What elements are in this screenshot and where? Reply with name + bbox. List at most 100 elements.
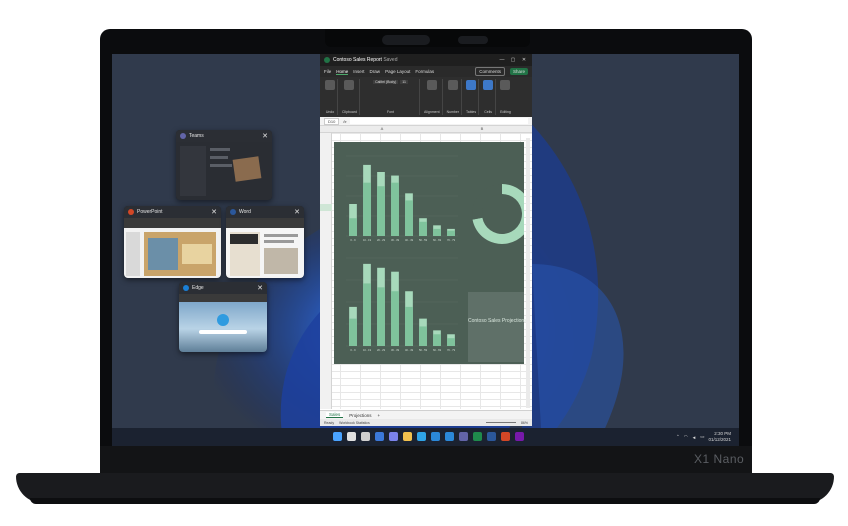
snap-window-header: PowerPoint ✕ xyxy=(124,206,221,218)
snap-window-edge[interactable]: Edge ✕ xyxy=(179,282,267,352)
maximize-button[interactable]: ▢ xyxy=(509,57,517,63)
ribbon-group-undo[interactable]: Undo xyxy=(323,79,338,115)
ribbon-group-cells[interactable]: Cells xyxy=(481,79,497,115)
column-header[interactable]: B xyxy=(432,126,532,132)
fx-icon[interactable]: fx xyxy=(343,119,346,124)
sheet-tab-sales[interactable]: Sales xyxy=(326,412,344,418)
ribbon-group-number[interactable]: Number xyxy=(445,79,463,115)
tab-file[interactable]: File xyxy=(324,69,331,74)
bar xyxy=(433,334,441,346)
tray-overflow-icon[interactable]: ⌃ xyxy=(676,434,680,440)
column-headers: A B xyxy=(320,126,532,133)
edge-icon[interactable] xyxy=(417,432,426,441)
cells-icon xyxy=(483,80,494,90)
formula-bar: D10 fx xyxy=(320,117,532,126)
chart-panel[interactable]: 0 - 9 10 - 19 20 - 29 30 - 39 40 - 49 50 - 59… xyxy=(334,142,532,364)
ribbon: Undo Clipboard Calibri (Body) 11 Font Al… xyxy=(320,77,532,117)
comments-button[interactable]: Comments xyxy=(475,67,505,76)
taskbar-icons xyxy=(333,432,524,441)
ribbon-group-clipboard[interactable]: Clipboard xyxy=(340,79,360,115)
x-tick-label: 70 - 79 xyxy=(447,348,456,352)
ribbon-group-alignment[interactable]: Alignment xyxy=(422,79,443,115)
snap-window-header: Teams ✕ xyxy=(176,130,272,142)
ribbon-group-font[interactable]: Calibri (Body) 11 Font xyxy=(362,79,420,115)
task-view-icon[interactable] xyxy=(361,432,370,441)
zoom-level[interactable]: 86% xyxy=(521,421,528,425)
wifi-icon[interactable]: ◠ xyxy=(684,434,688,440)
teams-icon[interactable] xyxy=(459,432,468,441)
webcam xyxy=(382,35,430,45)
document-title: Contoso Sales Report Saved xyxy=(333,57,398,63)
selected-row-header xyxy=(320,204,332,211)
formula-input[interactable] xyxy=(350,118,528,124)
clock[interactable]: 2:30 PM 01/12/2021 xyxy=(708,431,731,443)
x-tick-label: 30 - 39 xyxy=(391,238,400,242)
battery-icon[interactable]: ▭ xyxy=(700,434,704,440)
word-icon[interactable] xyxy=(487,432,496,441)
x-tick-label: 50 - 59 xyxy=(419,348,428,352)
x-tick-label: 20 - 29 xyxy=(377,238,386,242)
powerpoint-icon xyxy=(128,209,134,215)
font-size-select[interactable]: 11 xyxy=(400,80,408,84)
x-tick-label: 60 - 69 xyxy=(433,238,442,242)
minimize-button[interactable]: — xyxy=(498,57,506,63)
bar xyxy=(405,306,413,346)
snap-window-teams[interactable]: Teams ✕ xyxy=(176,130,272,200)
snap-window-word[interactable]: Word ✕ xyxy=(226,206,304,278)
mail-icon[interactable] xyxy=(445,432,454,441)
teams-preview xyxy=(176,142,272,200)
x-tick-label: 30 - 39 xyxy=(391,348,400,352)
percent-icon xyxy=(447,80,458,90)
tab-insert[interactable]: Insert xyxy=(353,69,364,74)
search-icon[interactable] xyxy=(347,432,356,441)
column-header[interactable]: A xyxy=(332,126,432,132)
store-icon[interactable] xyxy=(431,432,440,441)
row-headers xyxy=(320,133,332,409)
tab-home[interactable]: Home xyxy=(336,69,349,75)
volume-icon[interactable]: ◄ xyxy=(692,435,696,440)
bar xyxy=(433,228,441,236)
excel-icon[interactable] xyxy=(473,432,482,441)
close-icon[interactable]: ✕ xyxy=(262,133,268,140)
chat-icon[interactable] xyxy=(389,432,398,441)
windows-start-icon[interactable] xyxy=(333,432,342,441)
tab-formulas[interactable]: Formulas xyxy=(415,69,434,74)
snap-window-powerpoint[interactable]: PowerPoint ✕ xyxy=(124,206,221,278)
bar xyxy=(419,326,427,346)
font-name-select[interactable]: Calibri (Body) xyxy=(373,80,399,84)
close-icon[interactable]: ✕ xyxy=(294,209,300,216)
close-icon[interactable]: ✕ xyxy=(257,285,263,292)
x-tick-label: 0 - 9 xyxy=(350,348,356,352)
chart-caption: Contoso Sales Projections xyxy=(468,318,527,324)
bar xyxy=(363,182,371,236)
clock-date: 01/12/2021 xyxy=(708,437,731,442)
zoom-slider[interactable] xyxy=(485,422,516,423)
name-box[interactable]: D10 xyxy=(324,117,340,125)
ribbon-tabs: File Home Insert Draw Page Layout Formul… xyxy=(320,66,532,77)
powerpoint-icon[interactable] xyxy=(501,432,510,441)
onenote-icon[interactable] xyxy=(515,432,524,441)
undo-icon xyxy=(325,80,335,90)
status-stats[interactable]: Workbook Statistics xyxy=(339,421,370,425)
close-icon[interactable]: ✕ xyxy=(211,209,217,216)
ribbon-group-tables[interactable]: Tables xyxy=(464,79,480,115)
bar xyxy=(391,291,399,346)
widgets-icon[interactable] xyxy=(375,432,384,441)
bar xyxy=(349,318,357,346)
share-button[interactable]: Share xyxy=(509,68,528,75)
ribbon-group-editing[interactable]: Editing xyxy=(498,79,513,115)
tab-page-layout[interactable]: Page Layout xyxy=(385,69,410,74)
close-button[interactable]: ✕ xyxy=(520,57,528,63)
tab-draw[interactable]: Draw xyxy=(370,69,381,74)
x-tick-label: 10 - 19 xyxy=(363,238,372,242)
vertical-scrollbar[interactable] xyxy=(526,138,530,408)
file-explorer-icon[interactable] xyxy=(403,432,412,441)
chart-canvas: 0 - 9 10 - 19 20 - 29 30 - 39 40 - 49 50 - 59… xyxy=(346,155,532,362)
sheet-tabs: Sales Projections + xyxy=(320,410,532,419)
snap-window-title: PowerPoint xyxy=(137,209,163,215)
add-sheet-button[interactable]: + xyxy=(378,413,381,418)
sheet-tab-projections[interactable]: Projections xyxy=(349,413,371,418)
snap-window-title: Teams xyxy=(189,133,204,139)
x-tick-label: 20 - 29 xyxy=(377,348,386,352)
projections-card xyxy=(468,292,524,362)
